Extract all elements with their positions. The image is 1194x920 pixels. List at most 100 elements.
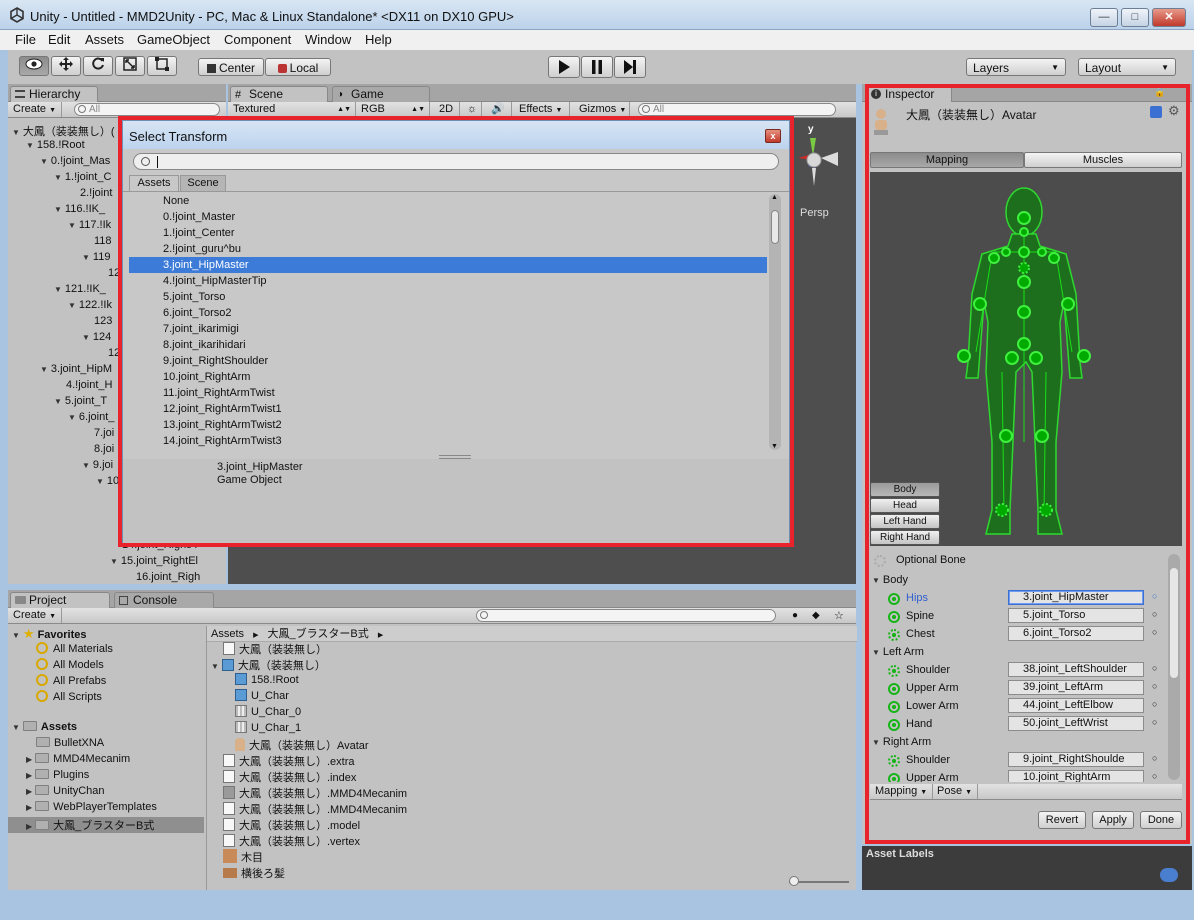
object-picker-icon[interactable]: ○	[1152, 591, 1157, 601]
menu-window[interactable]: Window	[305, 32, 351, 47]
bone-field-left-shoulder[interactable]: 38.joint_LeftShoulder	[1008, 662, 1144, 677]
tab-scene[interactable]: # Scene	[230, 86, 328, 102]
tree-item[interactable]: ▼ 124	[82, 331, 111, 343]
menu-help[interactable]: Help	[365, 32, 392, 47]
file-item[interactable]: 大鳳（装装無し）.MMD4Mecanim	[223, 801, 407, 817]
list-item[interactable]: 12.joint_RightArmTwist1	[129, 401, 767, 417]
dialog-list-scrollbar[interactable]: ▲ ▼	[769, 194, 781, 450]
object-picker-icon[interactable]: ○	[1152, 717, 1157, 727]
avatar-body-view[interactable]: Body Head Left Hand Right Hand	[870, 172, 1182, 546]
list-item-selected[interactable]: 3.joint_HipMaster	[129, 257, 767, 273]
folder-item[interactable]: ▶ Plugins	[26, 769, 89, 781]
list-item[interactable]: 11.joint_RightArmTwist	[129, 385, 767, 401]
tag-icon[interactable]	[1160, 868, 1178, 882]
breadcrumb-assets[interactable]: Assets	[211, 628, 244, 640]
lock-icon[interactable]: 🔒	[1154, 87, 1165, 98]
zoom-slider[interactable]	[789, 876, 849, 886]
layers-dropdown[interactable]: Layers ▼	[966, 58, 1066, 76]
list-item[interactable]: 9.joint_RightShoulder	[129, 353, 767, 369]
body-part-head-button[interactable]: Head	[870, 498, 940, 513]
body-part-left-hand-button[interactable]: Left Hand	[870, 514, 940, 529]
tree-item[interactable]: ▼ 1.!joint_C	[54, 171, 111, 183]
favorite-star-icon[interactable]: ☆	[834, 609, 844, 622]
play-button[interactable]	[548, 56, 580, 78]
tree-item[interactable]: 2.!joint	[80, 187, 112, 199]
apply-button[interactable]: Apply	[1092, 811, 1134, 829]
menu-component[interactable]: Component	[224, 32, 291, 47]
tree-item[interactable]: ▼ 117.!Ik	[68, 219, 111, 231]
dialog-search-input[interactable]	[133, 153, 779, 170]
file-item[interactable]: U_Char	[235, 689, 289, 702]
list-item[interactable]: 5.joint_Torso	[129, 289, 767, 305]
done-button[interactable]: Done	[1140, 811, 1182, 829]
tab-project[interactable]: Project	[10, 592, 110, 608]
favorite-item[interactable]: All Materials	[36, 642, 113, 655]
tree-item[interactable]: ▼ 116.!IK_	[54, 203, 105, 215]
render-mode-dropdown[interactable]: Textured ▲▼	[228, 102, 356, 117]
tree-item[interactable]: ▼ 3.joint_HipM	[40, 363, 112, 375]
tree-item[interactable]: 16.joint_Righ	[136, 571, 200, 583]
object-picker-icon[interactable]: ○	[1152, 681, 1157, 691]
object-picker-icon[interactable]: ○	[1152, 627, 1157, 637]
bone-list-scrollbar[interactable]	[1168, 554, 1180, 780]
rotate-tool-button[interactable]	[83, 56, 113, 76]
object-picker-icon[interactable]: ○	[1152, 699, 1157, 709]
file-item[interactable]: 木目	[223, 849, 263, 865]
list-item[interactable]: 10.joint_RightArm	[129, 369, 767, 385]
mapping-menu-dropdown[interactable]: Mapping ▼	[870, 784, 934, 799]
effects-dropdown[interactable]: Effects ▼	[514, 102, 570, 117]
group-left-arm[interactable]: ▼ Left Arm	[872, 646, 924, 658]
tab-inspector[interactable]: i Inspector	[866, 86, 952, 102]
tree-item[interactable]: ▼ 0.!joint_Mas	[40, 155, 110, 167]
list-item[interactable]: 0.!joint_Master	[129, 209, 767, 225]
menu-gameobject[interactable]: GameObject	[137, 32, 210, 47]
bone-field-right-upper-arm[interactable]: 10.joint_RightArm	[1008, 770, 1144, 782]
tree-item[interactable]: ▼ 大鳳（装装無し）(	[12, 123, 115, 139]
file-item[interactable]: 158.!Root	[235, 673, 299, 686]
file-item[interactable]: 横後ろ髪	[223, 865, 285, 881]
favorite-item[interactable]: All Scripts	[36, 690, 102, 703]
close-window-button[interactable]: ✕	[1152, 8, 1186, 27]
mapping-tab-button[interactable]: Mapping	[870, 152, 1024, 168]
object-picker-icon[interactable]: ○	[1152, 753, 1157, 763]
tree-item[interactable]: 123	[94, 315, 112, 327]
file-item[interactable]: 大鳳（装装無し）.model	[223, 817, 360, 833]
object-picker-icon[interactable]: ○	[1152, 609, 1157, 619]
file-item[interactable]: 大鳳（装装無し）Avatar	[235, 737, 369, 753]
filter-type-icon[interactable]: ●	[792, 610, 798, 621]
bone-field-right-shoulder[interactable]: 9.joint_RightShoulde	[1008, 752, 1144, 767]
list-item[interactable]: 7.joint_ikarimigi	[129, 321, 767, 337]
tree-item[interactable]: ▼ 121.!IK_	[54, 283, 106, 295]
revert-button[interactable]: Revert	[1038, 811, 1086, 829]
maximize-button[interactable]: □	[1121, 8, 1149, 27]
project-search-input[interactable]	[476, 609, 776, 622]
folder-item[interactable]: ▶ MMD4Mecanim	[26, 753, 130, 765]
pose-menu-dropdown[interactable]: Pose ▼	[932, 784, 979, 799]
list-item[interactable]: 6.joint_Torso2	[129, 305, 767, 321]
list-item[interactable]: 13.joint_RightArmTwist2	[129, 417, 767, 433]
bone-field-hips[interactable]: 3.joint_HipMaster	[1008, 590, 1144, 605]
dialog-close-button[interactable]: x	[765, 129, 781, 143]
hierarchy-search-input[interactable]: All	[74, 103, 220, 116]
menu-assets[interactable]: Assets	[85, 32, 124, 47]
tab-hierarchy[interactable]: Hierarchy	[10, 86, 98, 102]
audio-toggle[interactable]: 🔊	[486, 102, 512, 117]
tree-item[interactable]: ▼ 5.joint_T	[54, 395, 107, 407]
scale-tool-button[interactable]	[115, 56, 145, 76]
gear-icon[interactable]: ⚙	[1168, 103, 1180, 119]
tree-item[interactable]: ▼ 6.joint_	[68, 411, 114, 423]
list-item[interactable]: 14.joint_RightArmTwist3	[129, 433, 767, 449]
menu-edit[interactable]: Edit	[48, 32, 70, 47]
object-picker-icon[interactable]: ○	[1152, 663, 1157, 673]
gizmos-dropdown[interactable]: Gizmos ▼	[574, 102, 630, 117]
breadcrumb-folder[interactable]: 大鳳_ブラスターB式	[268, 628, 369, 640]
file-item[interactable]: 大鳳（装装無し）.index	[223, 769, 356, 785]
tree-item[interactable]: 12	[108, 267, 120, 279]
dialog-tab-assets[interactable]: Assets	[129, 175, 179, 191]
tab-game[interactable]: ◑ Game	[332, 86, 430, 102]
zoom-slider-thumb[interactable]	[789, 876, 799, 886]
lighting-toggle[interactable]: ☼	[462, 102, 482, 117]
tree-item[interactable]: 4.!joint_H	[66, 379, 112, 391]
folder-item[interactable]: BulletXNA	[36, 737, 104, 749]
favorite-item[interactable]: All Models	[36, 658, 104, 671]
